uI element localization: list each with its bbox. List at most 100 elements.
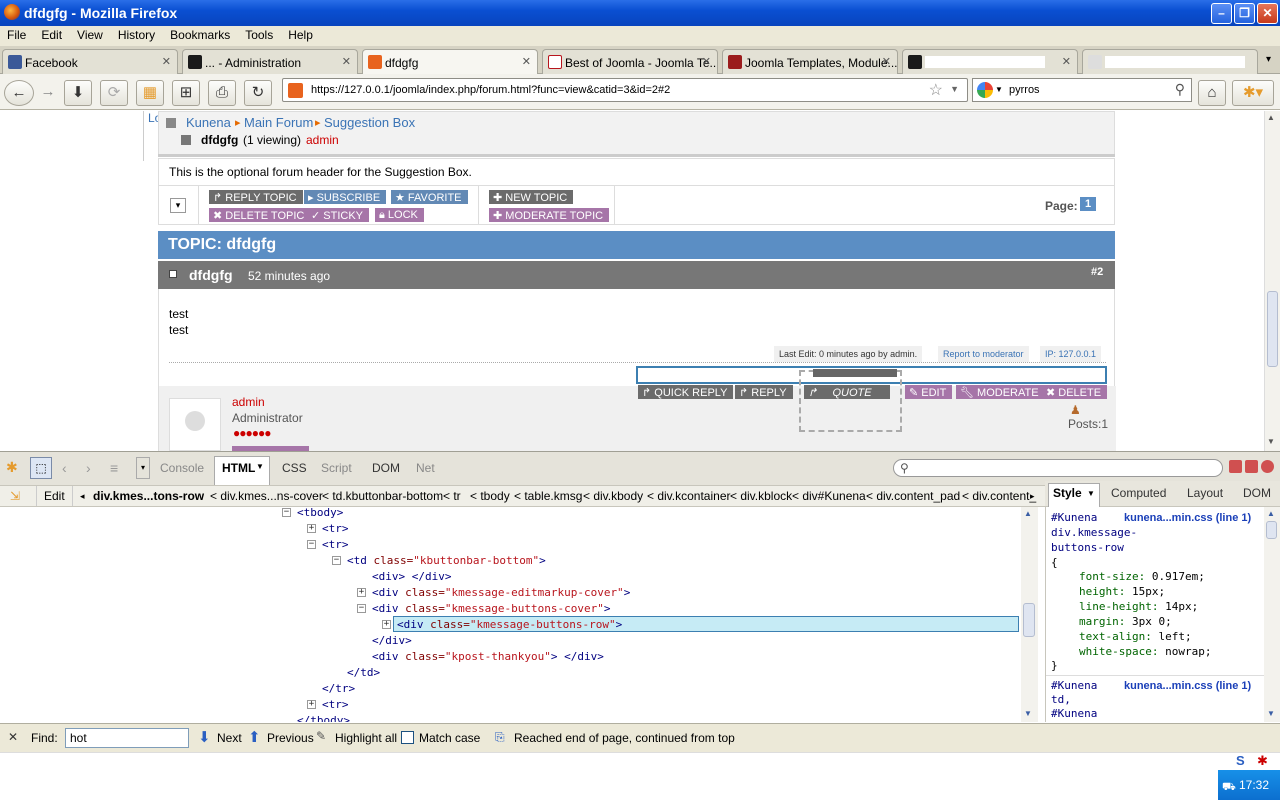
find-previous-button[interactable]: Previous [267,731,314,745]
menu-history[interactable]: History [111,26,163,42]
firebug-search-input[interactable]: ⚲ [893,459,1223,477]
moderate-topic-button[interactable]: ✚ MODERATE TOPIC [489,208,610,222]
viewer-name[interactable]: admin [306,133,339,147]
home-icon[interactable]: ⌂ [1198,80,1226,106]
close-tab-icon[interactable]: ✕ [702,55,711,68]
menu-file[interactable]: File [0,26,34,42]
crumb-item[interactable]: < tr [443,489,461,503]
edit-button[interactable]: ✎ EDIT [905,385,953,399]
close-tab-icon[interactable]: ✕ [882,55,891,68]
engine-dropdown-icon[interactable]: ▼ [995,85,1003,94]
scroll-thumb[interactable] [1267,291,1278,367]
crumb-item[interactable]: < div.content_ [962,489,1036,503]
tab-dom[interactable]: DOM [1243,486,1271,500]
tree-node-tbody[interactable]: <tbody> [297,507,343,522]
print-icon[interactable]: ⎙ [208,80,236,106]
scroll-thumb[interactable] [1023,603,1035,637]
page-scrollbar[interactable]: ▲ ▼ [1264,111,1280,451]
sticky-button[interactable]: ✓ STICKY [307,208,370,222]
expand-icon[interactable]: + [382,620,391,629]
tab-css[interactable]: CSS [282,461,307,475]
previous-arrow-icon[interactable]: ⬆ [248,728,261,746]
side-scrollbar[interactable]: ▲ ▼ [1264,507,1280,722]
status-icon[interactable]: S [1236,753,1245,768]
sync-icon[interactable]: ⟳ [100,80,128,106]
avatar[interactable] [169,398,221,451]
tab-computed[interactable]: Computed [1111,486,1166,500]
breadcrumb-kunena[interactable]: Kunena [186,115,231,130]
css-source-link[interactable]: kunena...min.css (line 1) [1124,512,1251,524]
crumb-item[interactable]: div.kmes...tons-row [93,489,204,503]
css-property[interactable]: height: 15px; [1079,585,1165,598]
menu-view[interactable]: View [70,26,111,42]
menu-help[interactable]: Help [281,26,321,42]
tab-list-arrow-icon[interactable]: ▾ [1266,54,1271,65]
crumb-item[interactable]: < div.kbody [583,489,643,503]
firebug-menu-icon[interactable]: ✱ [6,459,18,476]
tree-node-div-selected[interactable]: <div class="kmessage-buttons-row"> [397,618,622,634]
delete-topic-button[interactable]: ✖ DELETE TOPIC [209,208,311,222]
css-property[interactable]: text-align: left; [1079,630,1192,643]
collapse-icon[interactable]: − [357,604,366,613]
tab-administration[interactable]: ... - Administration ✕ [182,49,358,74]
panel-menu-icon[interactable]: ▾ [136,457,150,479]
google-icon[interactable] [977,82,993,98]
crumb-item[interactable]: < div#Kunena [792,489,866,503]
tree-node-tr[interactable]: <tr> [322,698,349,714]
scroll-down-icon[interactable]: ▼ [1024,709,1032,718]
css-source-link[interactable]: kunena...min.css (line 1) [1124,680,1251,692]
tree-node-td[interactable]: <td class="kbuttonbar-bottom"> [347,554,546,570]
crumb-item[interactable]: < div.kcontainer [647,489,731,503]
delete-button[interactable]: ✖ DELETE [1042,385,1108,399]
tab-joomla-templates[interactable]: Joomla Templates, Module... ✕ [722,49,898,74]
new-window-icon[interactable]: ⊞ [172,80,200,106]
close-tab-icon[interactable]: ✕ [522,55,531,68]
collapse-icon[interactable]: − [282,508,291,517]
style-dropdown-icon[interactable]: ▼ [1087,489,1095,498]
downloads-icon[interactable]: ⬇ [64,80,92,106]
scroll-thumb[interactable] [1266,521,1277,539]
firebug-close-icon[interactable] [1261,460,1274,473]
tab-dom[interactable]: DOM [372,461,400,475]
menu-edit[interactable]: Edit [34,26,70,42]
next-arrow-icon[interactable]: ⬇ [198,728,211,746]
scroll-down-icon[interactable]: ▼ [1267,437,1275,446]
tree-node-div[interactable]: <div class="kpost-thankyou"> </div> [372,650,604,666]
expand-icon[interactable]: + [307,524,316,533]
crumb-item[interactable]: < td.kbuttonbar-bottom [322,489,443,503]
expand-icon[interactable]: + [357,588,366,597]
expand-icon[interactable]: + [307,700,316,709]
tree-node-close[interactable]: </div> [372,634,412,650]
post-number[interactable]: #2 [1091,266,1103,278]
scroll-up-icon[interactable]: ▲ [1267,509,1275,518]
close-tab-icon[interactable]: ✕ [1062,55,1071,68]
match-case-checkbox[interactable] [401,731,414,744]
lock-button[interactable]: 🔒︎ LOCK [375,208,424,222]
back-icon[interactable]: ‹ [62,460,67,476]
match-case-label[interactable]: Match case [419,731,480,745]
tray-icon[interactable]: ⛟ [1222,781,1236,795]
tab-style[interactable]: Style [1053,486,1082,500]
url-bar[interactable]: https://127.0.0.1/joomla/index.php/forum… [282,78,968,102]
tab-layout[interactable]: Layout [1187,486,1223,500]
bookmark-star-icon[interactable]: ☆ [929,80,943,100]
crumb-item[interactable]: < div.kmes...ns-cover [210,489,323,503]
maximize-button[interactable]: ❐ [1234,3,1255,24]
tab-console[interactable]: Console [160,461,204,475]
css-property[interactable]: font-size: 0.917em; [1079,570,1205,583]
breadcrumb-main-forum[interactable]: Main Forum [244,115,313,130]
highlight-icon[interactable]: ✎ [316,729,326,743]
crumb-item[interactable]: < div.kblock [730,489,792,503]
close-tab-icon[interactable]: ✕ [162,55,171,68]
minimize-button[interactable]: – [1211,3,1232,24]
favorite-button[interactable]: ★ FAVORITE [391,190,468,204]
tree-node-div[interactable]: <div> </div> [372,570,451,586]
search-input[interactable]: pyrros [1009,84,1040,96]
find-next-button[interactable]: Next [217,731,242,745]
edit-button[interactable]: Edit [44,489,65,503]
subscribe-button[interactable]: ▸ SUBSCRIBE [304,190,387,204]
firebug-icon[interactable]: ✱▾ [1232,80,1274,106]
tab-script[interactable]: Script [321,461,352,475]
tab-hidden-1[interactable]: ✕ [902,49,1078,74]
scroll-down-icon[interactable]: ▼ [1267,709,1275,718]
